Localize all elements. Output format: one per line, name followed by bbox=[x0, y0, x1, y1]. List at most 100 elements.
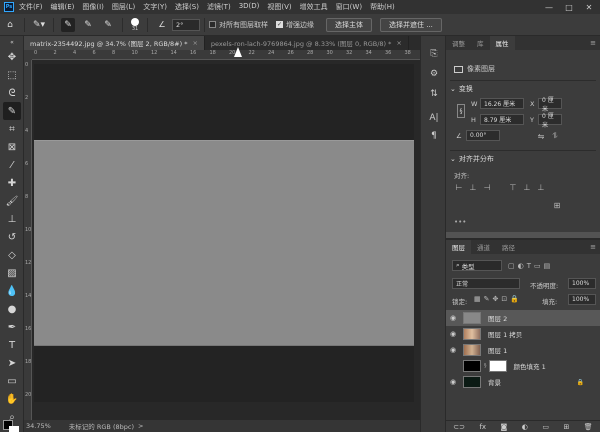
hand-tool-icon[interactable]: ✋ bbox=[3, 390, 21, 408]
menu-item[interactable]: 滤镜(T) bbox=[207, 2, 231, 12]
new-layer-icon[interactable]: ⊞ bbox=[563, 423, 569, 431]
flip-vertical-icon[interactable]: ⥮ bbox=[550, 131, 560, 141]
eye-icon[interactable]: ◉ bbox=[446, 314, 460, 322]
quick-selection-tool-preset-icon[interactable]: ✎▾ bbox=[32, 18, 46, 32]
actions-panel-icon[interactable]: ⚙ bbox=[426, 66, 442, 82]
menu-item[interactable]: 文件(F) bbox=[19, 2, 43, 12]
select-and-mask-button[interactable]: 选择并遮住 ... bbox=[380, 17, 442, 32]
x-field[interactable]: 0 厘米 bbox=[538, 97, 562, 113]
distribute-icon[interactable]: ⊞ bbox=[552, 200, 562, 210]
delete-layer-icon[interactable]: 🗑 bbox=[584, 423, 593, 431]
close-tab-icon[interactable]: × bbox=[192, 39, 197, 47]
frame-tool-icon[interactable]: ⊠ bbox=[3, 138, 21, 156]
opacity-field[interactable]: 100% bbox=[568, 278, 596, 289]
align-section-header[interactable]: ⌄ 对齐并分布 bbox=[450, 154, 494, 164]
align-hcenter-icon[interactable]: ⊥ bbox=[468, 182, 478, 192]
tab-paths[interactable]: 路径 bbox=[496, 240, 521, 254]
y-field[interactable]: 0 厘米 bbox=[538, 113, 562, 129]
fx-icon[interactable]: fx bbox=[479, 423, 486, 431]
menu-item[interactable]: 帮助(H) bbox=[370, 2, 395, 12]
eraser-tool-icon[interactable]: ◇ bbox=[3, 246, 21, 264]
link-layers-icon[interactable]: ⊂⊃ bbox=[453, 423, 465, 431]
adjust-panel-icon[interactable]: ⇅ bbox=[426, 86, 442, 102]
blur-tool-icon[interactable]: 💧 bbox=[3, 282, 21, 300]
add-mask-icon[interactable]: ◙ bbox=[501, 423, 508, 431]
history-brush-tool-icon[interactable]: ↺ bbox=[3, 228, 21, 246]
crop-tool-icon[interactable]: ⌗ bbox=[3, 120, 21, 138]
tab-libraries[interactable]: 库 bbox=[471, 36, 490, 50]
add-to-selection-icon[interactable]: ✎ bbox=[81, 18, 95, 32]
eye-icon[interactable]: ◉ bbox=[446, 346, 460, 354]
blend-mode-select[interactable]: 正常 bbox=[452, 278, 520, 289]
align-top-icon[interactable]: ⊤ bbox=[508, 182, 518, 192]
layer-row-color-fill[interactable]: § 颜色填充 1 bbox=[446, 358, 600, 374]
home-icon[interactable]: ⌂ bbox=[3, 18, 17, 32]
menu-item[interactable]: 图像(I) bbox=[82, 2, 104, 12]
status-menu-arrow[interactable]: > bbox=[138, 422, 143, 430]
brush-tool-icon[interactable]: 🖌 bbox=[3, 192, 21, 210]
menu-item[interactable]: 文字(Y) bbox=[143, 2, 167, 12]
subtract-from-selection-icon[interactable]: ✎ bbox=[101, 18, 115, 32]
canvas-workspace[interactable] bbox=[32, 60, 420, 420]
panel-menu-icon[interactable]: ≡ bbox=[590, 243, 596, 251]
tab-channels[interactable]: 通道 bbox=[471, 240, 496, 254]
select-subject-button[interactable]: 选择主体 bbox=[326, 17, 372, 32]
adjustment-layer-icon[interactable]: ◐ bbox=[522, 423, 528, 431]
align-bottom-icon[interactable]: ⊥ bbox=[536, 182, 546, 192]
layer-filter-icons[interactable]: ▢◐T▭▤ bbox=[508, 262, 553, 270]
menu-item[interactable]: 增效工具 bbox=[300, 2, 328, 12]
width-field[interactable]: 16.26 厘米 bbox=[480, 98, 524, 109]
close-window-button[interactable]: ✕ bbox=[580, 0, 598, 14]
layer-row-layer1[interactable]: ◉ 图层 1 bbox=[446, 342, 600, 358]
layer-row-background[interactable]: ◉ 背景 🔒 bbox=[446, 374, 600, 390]
zoom-level[interactable]: 34.75% bbox=[26, 422, 51, 430]
link-icon[interactable]: § bbox=[457, 104, 465, 118]
shape-tool-icon[interactable]: ▭ bbox=[3, 372, 21, 390]
history-panel-icon[interactable]: ⎘ bbox=[426, 46, 442, 62]
maximize-button[interactable]: □ bbox=[560, 0, 578, 14]
tab-properties[interactable]: 属性 bbox=[489, 36, 515, 50]
background-color-swatch[interactable] bbox=[9, 426, 19, 432]
angle-field[interactable]: 0.00° bbox=[466, 130, 500, 141]
menu-item[interactable]: 编辑(E) bbox=[51, 2, 75, 12]
new-group-icon[interactable]: ▭ bbox=[542, 423, 549, 431]
toolbar-collapse-icon[interactable]: « bbox=[3, 38, 21, 46]
eyedropper-tool-icon[interactable]: ⁄ bbox=[3, 156, 21, 174]
character-panel-icon[interactable]: A| bbox=[426, 110, 442, 126]
brush-size-picker[interactable]: 31 bbox=[131, 17, 139, 32]
ruler-corner[interactable] bbox=[24, 50, 32, 60]
layer-row-layer2[interactable]: ◉ 图层 2 bbox=[446, 310, 600, 326]
clone-stamp-tool-icon[interactable]: ⊥ bbox=[3, 210, 21, 228]
lasso-tool-icon[interactable]: ᘓ bbox=[3, 84, 21, 102]
eye-icon[interactable]: ◉ bbox=[446, 330, 460, 338]
menu-item[interactable]: 选择(S) bbox=[175, 2, 199, 12]
eye-icon[interactable]: ◉ bbox=[446, 378, 460, 386]
new-selection-icon[interactable]: ✎ bbox=[61, 17, 75, 32]
fill-field[interactable]: 100% bbox=[568, 294, 596, 305]
more-options-icon[interactable]: ••• bbox=[454, 218, 466, 226]
paragraph-panel-icon[interactable]: ¶ bbox=[426, 128, 442, 144]
tab-layers[interactable]: 图层 bbox=[446, 240, 471, 254]
dodge-tool-icon[interactable]: ● bbox=[3, 300, 21, 318]
align-right-icon[interactable]: ⊣ bbox=[482, 182, 492, 192]
layer-row-layer1-copy[interactable]: ◉ 图层 1 拷贝 bbox=[446, 326, 600, 342]
move-tool-icon[interactable]: ✥ bbox=[3, 48, 21, 66]
lock-icons[interactable]: ▦✎✥⊡🔒 bbox=[474, 295, 522, 303]
close-tab-icon[interactable]: × bbox=[396, 39, 401, 47]
type-tool-icon[interactable]: T bbox=[3, 336, 21, 354]
menu-item[interactable]: 窗口(W) bbox=[336, 2, 362, 12]
flip-horizontal-icon[interactable]: ⇋ bbox=[536, 131, 546, 141]
quick-selection-tool-icon[interactable]: ✎ bbox=[3, 102, 21, 120]
tab-matrix[interactable]: matrix-2354492.jpg @ 34.7% (图层 2, RGB/8#… bbox=[24, 36, 205, 50]
menu-item[interactable]: 图层(L) bbox=[112, 2, 135, 12]
height-field[interactable]: 8.79 厘米 bbox=[480, 114, 524, 125]
menu-item[interactable]: 3D(D) bbox=[239, 2, 260, 12]
pen-tool-icon[interactable]: ✒ bbox=[3, 318, 21, 336]
tab-adjustments[interactable]: 调整 bbox=[446, 36, 471, 50]
align-left-icon[interactable]: ⊢ bbox=[454, 182, 464, 192]
menu-item[interactable]: 视图(V) bbox=[267, 2, 291, 12]
healing-brush-tool-icon[interactable]: ✚ bbox=[3, 174, 21, 192]
paint-bucket-tool-icon[interactable]: ▨ bbox=[3, 264, 21, 282]
ruler-horizontal[interactable]: 0 2 4 6 8 10 12 14 16 18 20 22 24 26 28 30 32 34 36 38 bbox=[32, 50, 420, 60]
panel-menu-icon[interactable]: ≡ bbox=[590, 39, 596, 47]
